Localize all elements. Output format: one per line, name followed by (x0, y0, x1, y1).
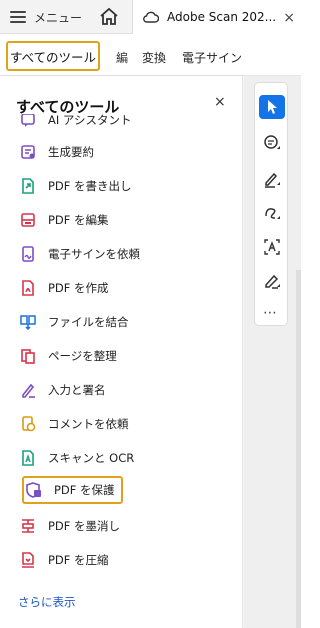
tool-label: スキャンと OCR (48, 451, 135, 465)
tool-label: PDF を作成 (48, 281, 109, 295)
tool-label: PDF を墨消し (48, 519, 121, 533)
edit-pdf-icon (21, 213, 35, 227)
all-tools-panel: すべてのツール × AI アシスタント 生成要約 PDF を書き出し PDF を… (0, 76, 243, 628)
tool-label: ファイルを結合 (48, 315, 129, 329)
tool-combine-files[interactable]: ファイルを結合 (16, 308, 135, 336)
home-button[interactable] (98, 6, 120, 28)
cloud-icon (143, 11, 159, 23)
tool-label: PDF を圧縮 (48, 553, 109, 567)
scan-ocr-icon (22, 450, 34, 466)
fill-sign-pen-icon (265, 274, 280, 289)
tool-label: PDF を保護 (54, 483, 115, 497)
text-recognition-icon (264, 239, 280, 255)
redact-pdf-icon (22, 519, 34, 533)
tool-request-signature[interactable]: 電子サインを依頼 (16, 240, 146, 268)
more-tools-icon[interactable]: ⋯ (263, 305, 278, 321)
tool-label: 生成要約 (48, 145, 94, 159)
protect-pdf-icon (26, 482, 41, 498)
tool-label: AI アシスタント (48, 114, 132, 127)
select-tool-button[interactable] (259, 95, 285, 119)
tool-list: AI アシスタント 生成要約 PDF を書き出し PDF を編集 電子サインを依… (0, 114, 243, 594)
highlight-button[interactable] (259, 167, 285, 191)
tool-fill-and-sign[interactable]: 入力と署名 (16, 376, 112, 404)
tool-label: ページを整理 (48, 349, 117, 363)
quick-tools-toolbar: ⋯ (254, 82, 288, 326)
tool-compress-pdf[interactable]: PDF を圧縮 (16, 546, 115, 574)
select-cursor-icon (268, 100, 277, 114)
hamburger-icon (10, 11, 26, 23)
main-menu-button[interactable]: メニュー (10, 6, 82, 28)
edit-tab-partial[interactable]: 編 (116, 49, 128, 66)
tool-row: すべてのツール 編 変換 電子サイン (0, 34, 301, 76)
request-signature-icon (22, 246, 34, 262)
export-pdf-icon (22, 178, 34, 194)
summary-icon (21, 145, 35, 159)
fill-sign-button[interactable] (259, 269, 285, 293)
all-tools-tab[interactable]: すべてのツール (6, 41, 100, 71)
tool-protect-pdf[interactable]: PDF を保護 (22, 476, 123, 504)
document-tab-title: Adobe Scan 202... (167, 10, 277, 24)
canvas-scrollbar[interactable] (296, 270, 301, 628)
tool-label: 入力と署名 (48, 383, 106, 397)
draw-button[interactable] (259, 201, 285, 225)
combine-files-icon (20, 315, 36, 330)
tool-scan-ocr[interactable]: スキャンと OCR (16, 444, 140, 472)
document-tab[interactable]: Adobe Scan 202... × (132, 0, 301, 34)
menu-label: メニュー (34, 10, 83, 25)
add-comment-icon (264, 135, 280, 149)
top-menu: 変換 電子サイン (142, 49, 242, 66)
tool-request-comments[interactable]: コメントを依頼 (16, 410, 135, 438)
tool-generative-summary[interactable]: 生成要約 (16, 138, 100, 166)
ai-assistant-icon (21, 114, 35, 127)
panel-close-button[interactable]: × (214, 94, 226, 110)
tool-label: 電子サインを依頼 (48, 247, 140, 261)
add-comment-button[interactable] (259, 131, 285, 155)
show-more-link[interactable]: さらに表示 (18, 594, 76, 610)
tool-label: PDF を書き出し (48, 179, 132, 193)
window-topbar: メニュー Adobe Scan 202... × (0, 0, 301, 34)
draw-freehand-icon (265, 208, 280, 219)
text-recognition-button[interactable] (259, 235, 285, 259)
create-pdf-icon (22, 280, 34, 296)
tool-redact-pdf[interactable]: PDF を墨消し (16, 512, 126, 540)
tool-edit-pdf[interactable]: PDF を編集 (16, 206, 115, 234)
compress-pdf-icon (22, 552, 34, 568)
e-sign-menu[interactable]: 電子サイン (182, 49, 242, 66)
tool-ai-assistant[interactable]: AI アシスタント (16, 114, 137, 134)
tool-organize-pages[interactable]: ページを整理 (16, 342, 123, 370)
home-icon (100, 7, 118, 25)
tab-close-button[interactable]: × (283, 10, 295, 26)
request-comment-icon (22, 416, 36, 432)
fill-sign-icon (22, 383, 35, 398)
tool-label: PDF を編集 (48, 213, 109, 227)
tool-label: コメントを依頼 (48, 417, 129, 431)
tool-export-pdf[interactable]: PDF を書き出し (16, 172, 138, 200)
convert-menu[interactable]: 変換 (142, 49, 166, 66)
tool-create-pdf[interactable]: PDF を作成 (16, 274, 115, 302)
organize-pages-icon (21, 349, 35, 364)
highlight-pen-icon (265, 172, 280, 188)
